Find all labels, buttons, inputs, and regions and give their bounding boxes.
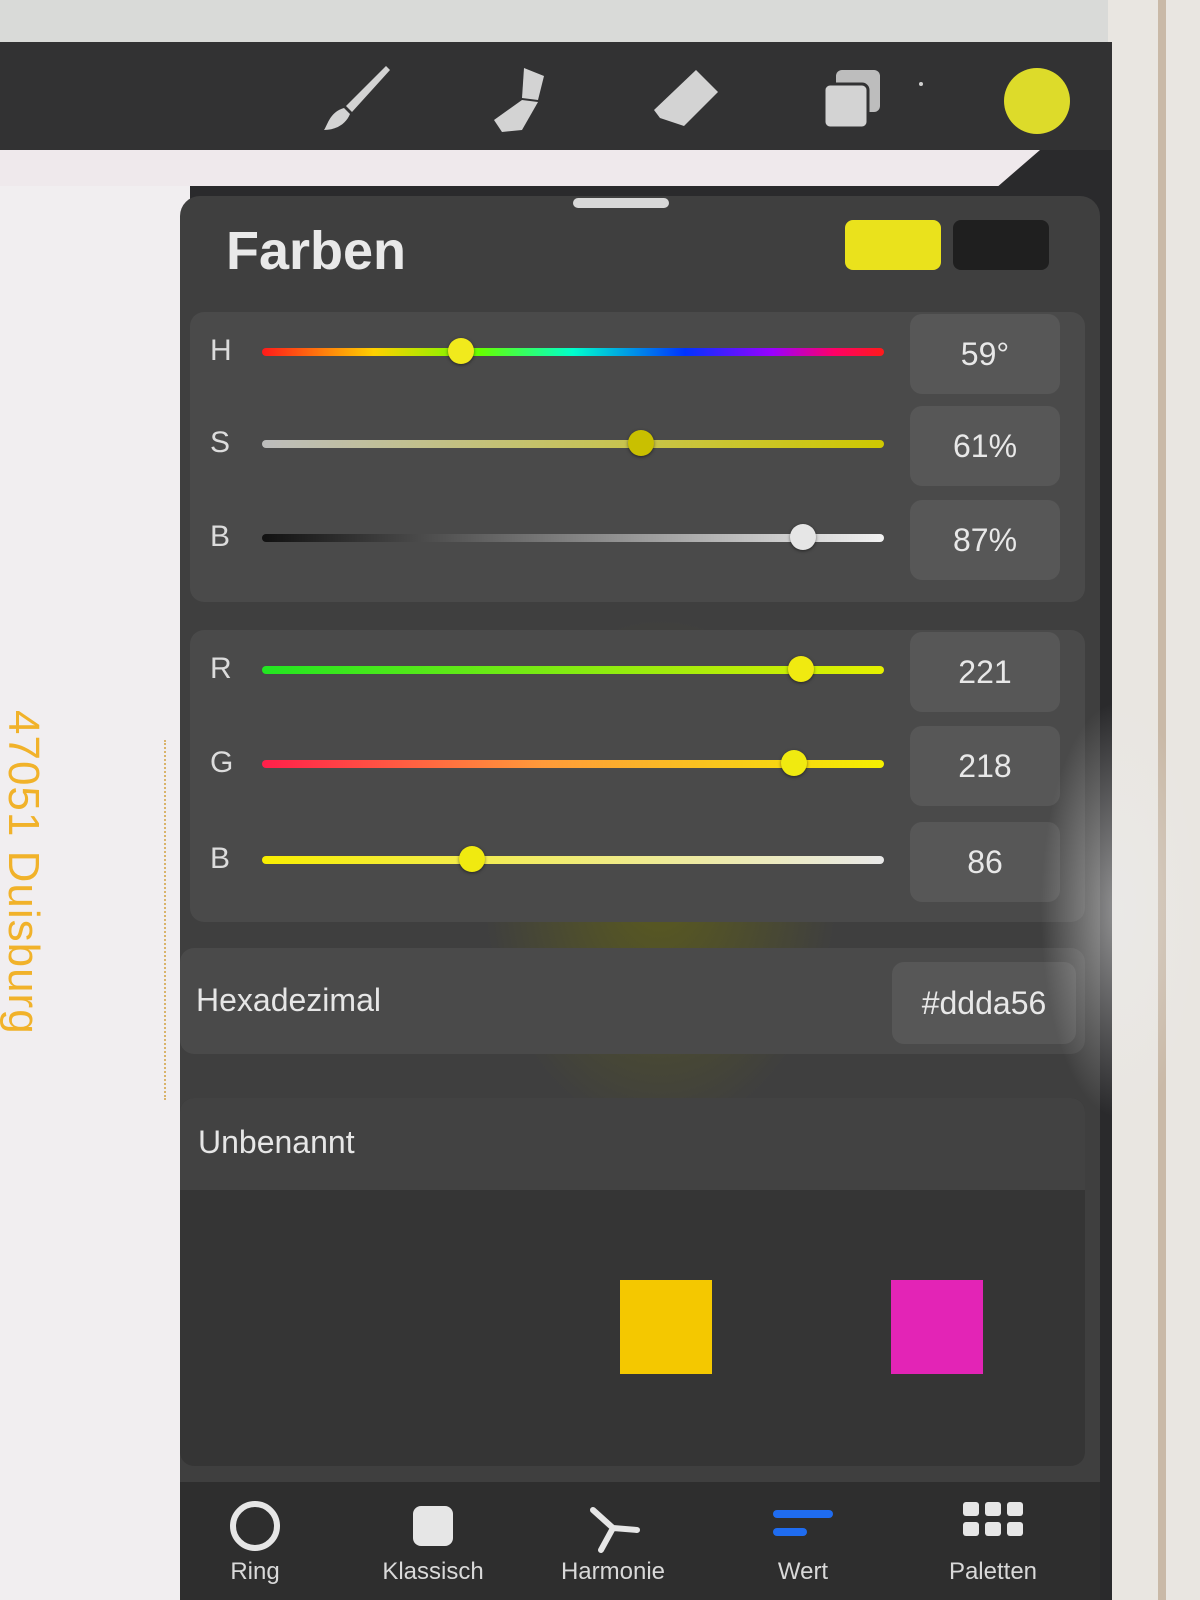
tab-label: Klassisch [382, 1558, 484, 1585]
tab-classic[interactable]: Klassisch [358, 1482, 508, 1600]
palette-swatch-magenta[interactable] [891, 1280, 983, 1374]
brightness-thumb[interactable] [790, 524, 817, 550]
device-edge [1158, 0, 1166, 1600]
separator-dot [919, 82, 923, 86]
harmony-icon [583, 1496, 643, 1556]
rgb-sliders: R 221 G 218 B 86 [190, 630, 1085, 922]
palette-title: Unbenannt [198, 1124, 355, 1160]
tab-value[interactable]: Wert [728, 1482, 878, 1600]
tab-label: Wert [777, 1558, 829, 1585]
blue-slider-row: B 86 [190, 820, 1085, 902]
blue-label: B [210, 842, 231, 875]
canvas-rotated-text: 47051 Duisburg [0, 710, 48, 1035]
panel-title: Farben [226, 221, 407, 281]
tab-label: Paletten [948, 1558, 1038, 1585]
brightness-value[interactable]: 87% [910, 500, 1060, 580]
current-color-button[interactable] [1004, 68, 1070, 134]
square-icon [403, 1496, 463, 1556]
red-slider-row: R 221 [190, 630, 1085, 712]
hue-value[interactable]: 59° [910, 314, 1060, 394]
green-label: G [210, 746, 234, 779]
hue-slider-row: H 59° [190, 312, 1085, 394]
blue-track[interactable] [262, 856, 884, 864]
red-value[interactable]: 221 [910, 632, 1060, 712]
brightness-slider-row: B 87% [190, 498, 1085, 580]
hsb-sliders: H 59° S 61% B 87% [190, 312, 1085, 602]
device-bezel [1108, 0, 1200, 1600]
brush-icon[interactable] [316, 58, 396, 138]
hue-thumb[interactable] [448, 338, 475, 364]
tab-label: Ring [230, 1558, 280, 1585]
green-value[interactable]: 218 [910, 726, 1060, 806]
tab-ring[interactable]: Ring [180, 1482, 330, 1600]
red-thumb[interactable] [788, 656, 815, 682]
palette-swatch-yellow[interactable] [620, 1280, 712, 1374]
primary-color-swatch[interactable] [845, 220, 941, 270]
grid-icon [963, 1496, 1023, 1556]
tab-harmony[interactable]: Harmonie [538, 1482, 688, 1600]
canvas-strip [0, 150, 1040, 186]
mode-tabs: Ring Klassisch Harmonie Wert Paletten [180, 1482, 1100, 1600]
green-thumb[interactable] [780, 750, 807, 776]
panel-grabber[interactable] [573, 198, 669, 208]
hex-value-field[interactable]: #ddda56 [892, 962, 1076, 1044]
brightness-label: B [210, 520, 231, 553]
layers-icon[interactable] [812, 58, 892, 138]
hue-label: H [210, 334, 232, 367]
saturation-track[interactable] [262, 440, 884, 448]
saturation-thumb[interactable] [628, 430, 655, 456]
ring-icon [225, 1496, 285, 1556]
tab-palettes[interactable]: Paletten [918, 1482, 1068, 1600]
palette: Unbenannt [180, 1098, 1085, 1466]
hex-label: Hexadezimal [196, 982, 381, 1018]
blue-value[interactable]: 86 [910, 822, 1060, 902]
blue-thumb[interactable] [458, 846, 485, 872]
hex-row: Hexadezimal #ddda56 [180, 948, 1085, 1054]
canvas-guide-line [164, 740, 166, 1100]
eraser-icon[interactable] [646, 58, 726, 138]
tab-label: Harmonie [560, 1558, 666, 1585]
red-label: R [210, 652, 232, 685]
value-sliders-icon [773, 1496, 833, 1556]
saturation-value[interactable]: 61% [910, 406, 1060, 486]
colors-panel: Farben H 59° S 61% B 87% R 221 G 218 B 8… [180, 196, 1100, 1600]
saturation-slider-row: S 61% [190, 404, 1085, 486]
palette-header[interactable]: Unbenannt [180, 1098, 1085, 1190]
smudge-icon[interactable] [482, 58, 562, 138]
secondary-color-swatch[interactable] [953, 220, 1049, 270]
green-slider-row: G 218 [190, 724, 1085, 806]
hue-track[interactable] [262, 348, 884, 356]
saturation-label: S [210, 426, 231, 459]
